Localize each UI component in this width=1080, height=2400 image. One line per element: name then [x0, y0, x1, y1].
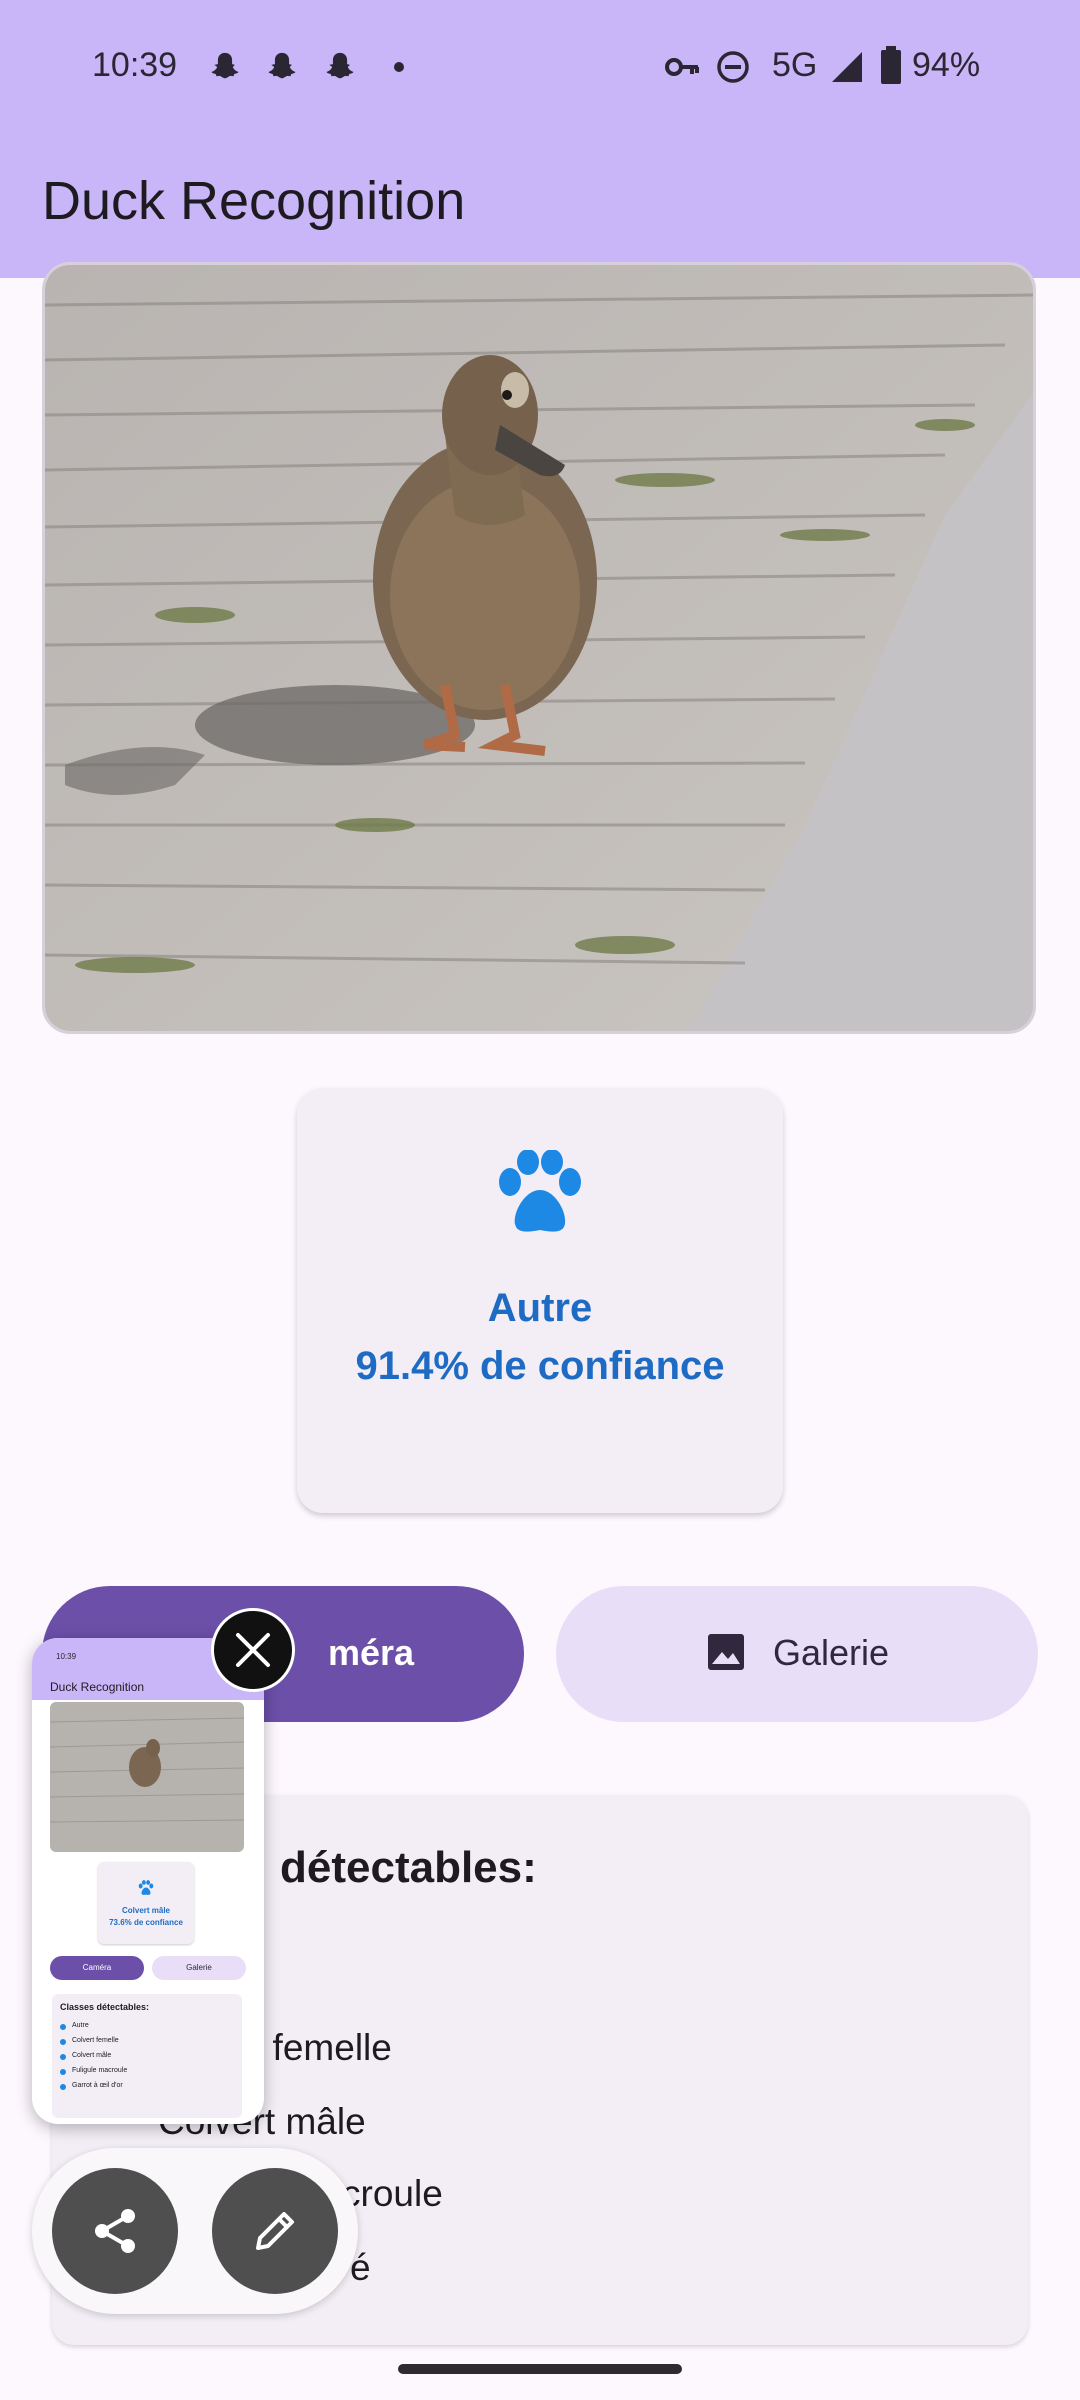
status-bar: 10:39 5G 94% — [0, 0, 1080, 136]
battery-icon — [881, 46, 901, 84]
paw-icon — [138, 1880, 154, 1895]
prediction-label: Autre — [487, 1286, 593, 1330]
vpn-key-icon — [665, 58, 699, 76]
gallery-button-label: Galerie — [773, 1632, 890, 1673]
do-not-disturb-icon — [717, 51, 749, 83]
close-preview-button[interactable] — [211, 1608, 295, 1692]
snapchat-icon — [268, 52, 296, 79]
class-item: t femelle — [252, 2027, 392, 2068]
share-icon — [95, 2209, 135, 2253]
camera-button-label: méra — [328, 1632, 415, 1673]
preview-class-item: Colvert femelle — [72, 2037, 119, 2044]
battery-level: 94% — [912, 46, 981, 84]
app-bar: 10:39 5G 94% Duck Recognition — [0, 0, 1080, 278]
preview-class-item: Garrot à œil d'or — [72, 2082, 123, 2089]
preview-title: Duck Recognition — [50, 1680, 145, 1694]
preview-prediction-card: Colvert mâle 73.6% de confiance — [98, 1862, 194, 1944]
paw-icon — [60, 2039, 66, 2045]
duck-photo — [42, 262, 1036, 1034]
preview-prediction-label: Colvert mâle — [121, 1906, 171, 1915]
preview-status-time: 10:39 — [56, 1652, 77, 1661]
status-time: 10:39 — [92, 46, 178, 84]
preview-class-item: Colvert mâle — [72, 2052, 112, 2059]
app-title: Duck Recognition — [42, 171, 466, 231]
edit-button[interactable] — [212, 2168, 338, 2294]
signal-icon — [832, 52, 862, 82]
preview-photo — [50, 1702, 244, 1852]
photo-library-icon — [708, 1634, 744, 1670]
paw-icon — [499, 1150, 581, 1232]
paw-icon — [60, 2024, 66, 2030]
preview-classes-card: Classes détectables: Autre Colvert femel… — [52, 1994, 242, 2118]
prediction-confidence: 91.4% de confiance — [355, 1344, 725, 1388]
paw-icon — [60, 2084, 66, 2090]
preview-camera-button: Caméra — [50, 1956, 144, 1980]
preview-classes-heading: Classes détectables: — [60, 2002, 150, 2012]
close-icon — [236, 1633, 270, 1667]
screenshot-actions — [32, 2148, 358, 2314]
screenshot-preview[interactable]: 10:39 Duck Recognition Colvert mâle 73.6… — [32, 1638, 264, 2124]
network-type: 5G — [772, 46, 818, 84]
snapchat-icon — [211, 52, 239, 79]
share-button[interactable] — [52, 2168, 178, 2294]
preview-class-item: Fuligule macroule — [72, 2067, 128, 2074]
paw-icon — [60, 2069, 66, 2075]
preview-gallery-button: Galerie — [152, 1956, 246, 1980]
class-item: croule — [342, 2173, 443, 2214]
preview-prediction-confidence: 73.6% de confiance — [109, 1918, 183, 1927]
edit-icon — [256, 2212, 294, 2250]
snapchat-icon — [326, 52, 354, 79]
preview-class-item: Autre — [72, 2022, 89, 2029]
more-notifications-dot — [394, 62, 404, 72]
home-indicator[interactable] — [398, 2364, 682, 2374]
gallery-button[interactable]: Galerie — [556, 1586, 1038, 1722]
paw-icon — [60, 2054, 66, 2060]
prediction-card: Autre 91.4% de confiance — [297, 1088, 783, 1513]
classes-heading: détectables: — [280, 1843, 537, 1892]
